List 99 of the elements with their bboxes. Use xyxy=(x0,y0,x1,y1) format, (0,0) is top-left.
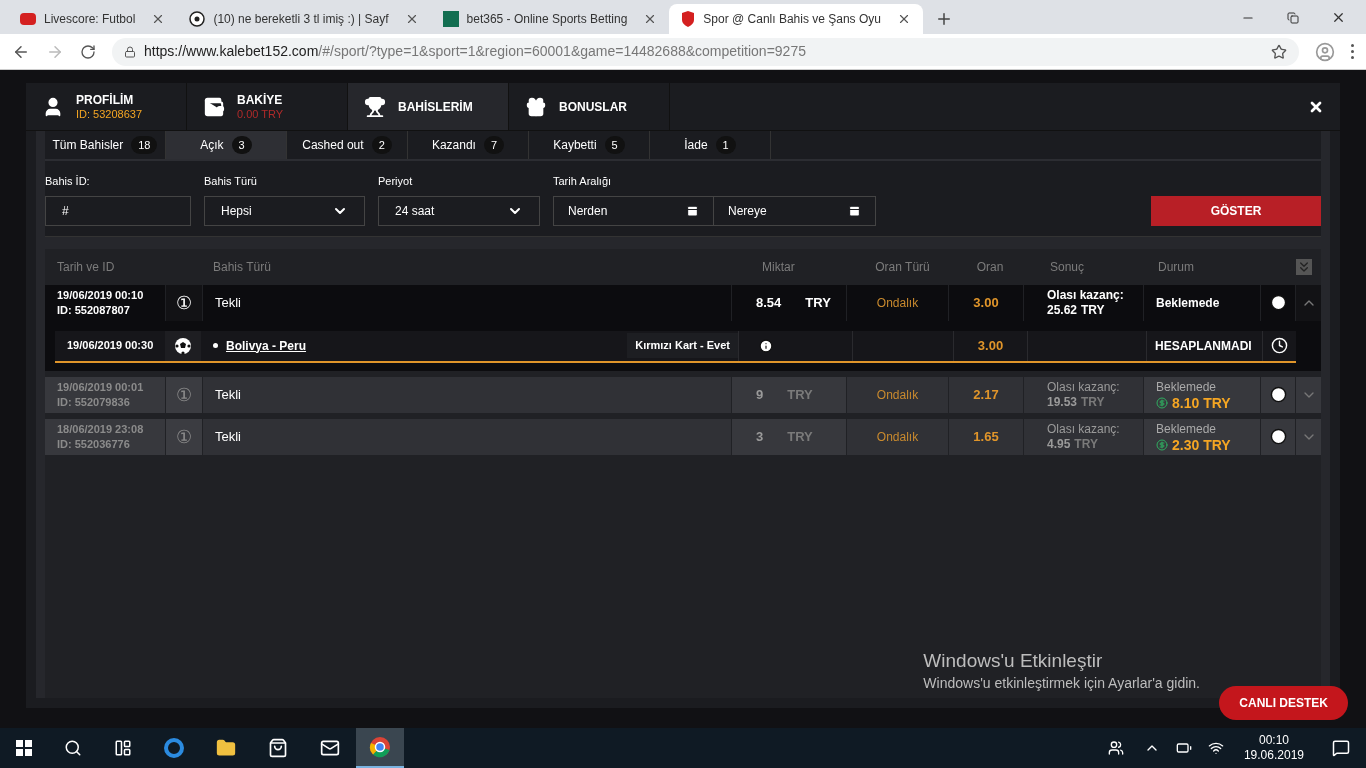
cashout-icon xyxy=(1156,396,1168,409)
browser-tab[interactable]: (10) ne bereketli 3 tl imiş :) | Sayf xyxy=(177,4,431,34)
date-id-cell: 18/06/2019 23:08 ID: 552036776 xyxy=(45,418,165,455)
cashout-amount: 8.10 TRY xyxy=(1172,394,1231,411)
calendar-icon[interactable] xyxy=(686,204,699,217)
status-text: Beklemede xyxy=(1156,420,1218,437)
possible-win-currency: TRY xyxy=(1081,394,1105,410)
currency-text: TRY xyxy=(787,385,813,404)
bet-type-text: Tekli xyxy=(215,293,241,312)
field-label: Tarih Aralığı xyxy=(553,174,613,189)
column-header: Bahis Türü xyxy=(212,258,271,276)
amount-text: 3 xyxy=(756,427,764,446)
restore-icon[interactable] xyxy=(1287,11,1299,24)
taskbar-clock[interactable]: 00:10 19.06.2019 xyxy=(1243,733,1304,763)
lock-icon xyxy=(124,45,136,58)
calendar-icon[interactable] xyxy=(848,204,861,217)
date-to-field[interactable]: Nereye xyxy=(714,195,876,226)
store-bag-icon[interactable] xyxy=(268,738,288,758)
field-label: Bahis İD: xyxy=(45,174,91,189)
column-header: Miktar xyxy=(761,258,795,276)
browser-tab[interactable]: Livescore: Futbol xyxy=(8,4,178,34)
people-icon[interactable] xyxy=(1107,740,1124,756)
odds-text: 3.00 xyxy=(973,293,999,312)
odds-type-text: Ondalık xyxy=(876,294,919,312)
bonus-icon xyxy=(525,95,547,118)
single-bet-mark: ① xyxy=(176,293,192,312)
reload-icon[interactable] xyxy=(80,43,96,60)
mail-icon[interactable] xyxy=(320,738,340,758)
info-icon[interactable] xyxy=(759,338,773,353)
possible-win-amount: 4.95 xyxy=(1047,436,1071,452)
field-label: Bahis Türü xyxy=(204,174,258,189)
status-text: Beklemede xyxy=(1156,294,1221,311)
odds-type-text: Ondalık xyxy=(876,428,919,446)
shield-icon xyxy=(681,11,696,27)
notifications-icon[interactable] xyxy=(1332,739,1350,757)
possible-win-label: Olası kazanç: xyxy=(1047,379,1121,395)
bullet-icon xyxy=(213,343,218,348)
close-icon[interactable] xyxy=(1331,10,1346,25)
possible-win-currency: TRY xyxy=(1074,436,1098,452)
period-dropdown[interactable]: 24 saat xyxy=(378,195,540,226)
address-bar[interactable]: https://www.kalebet152.com/#/sport/?type=1&sport=1&region=60001&game=14482688&competition=9275 xyxy=(112,37,1299,66)
field-label: Periyot xyxy=(378,174,414,189)
amount-text: 9 xyxy=(756,385,764,404)
column-header: Sonuç xyxy=(1049,258,1085,276)
bet-type-text: Tekli xyxy=(215,427,241,446)
profile-icon[interactable] xyxy=(1315,41,1335,62)
taskbar-active-app[interactable] xyxy=(356,728,404,768)
wifi-icon[interactable] xyxy=(1207,740,1224,756)
column-header: Tarih ve ID xyxy=(56,258,116,276)
market-label: Kırmızı Kart - Evet xyxy=(627,333,738,358)
activation-text: Windows'u etkinleştirmek için Ayarlar'a gidin. xyxy=(923,674,1200,693)
live-support-button[interactable]: CANLI DESTEK xyxy=(1219,686,1348,720)
cashout-icon xyxy=(1156,438,1168,451)
bookmark-star-icon[interactable] xyxy=(1271,43,1287,60)
possible-win-currency: TRY xyxy=(1081,302,1105,318)
activation-title: Windows'u Etkinleştir xyxy=(923,650,1104,672)
balance-icon xyxy=(203,95,225,118)
filter-tab[interactable]: Açık 3 xyxy=(166,131,287,159)
cashout-amount: 2.30 TRY xyxy=(1172,436,1231,453)
currency-text: TRY xyxy=(805,293,831,312)
single-bet-mark: ① xyxy=(176,427,192,446)
account-tab[interactable]: BAHİSLERİM xyxy=(348,83,509,130)
odds-text: 1.65 xyxy=(973,427,999,446)
battery-icon[interactable] xyxy=(1175,740,1192,756)
browser-tab[interactable]: bet365 - Online Sports Betting xyxy=(430,4,670,34)
column-header: Oran Türü xyxy=(875,258,930,276)
bets-icon xyxy=(364,95,386,118)
date-id-cell: 19/06/2019 00:01 ID: 552079836 xyxy=(45,376,165,413)
odds-text: 2.17 xyxy=(973,385,999,404)
event-odds-text: 3.00 xyxy=(977,336,1004,355)
folder-icon[interactable] xyxy=(216,738,236,758)
possible-win-amount: 19.53 xyxy=(1047,394,1078,410)
single-bet-mark: ① xyxy=(176,385,192,404)
site-logo-icon xyxy=(20,13,36,25)
site-logo-icon xyxy=(442,11,459,27)
bet-type-dropdown[interactable]: Hepsi xyxy=(204,195,365,226)
windows-logo-icon[interactable] xyxy=(16,740,32,756)
date-from-field[interactable]: Nerden xyxy=(553,195,714,226)
event-date-text: 19/06/2019 00:30 xyxy=(67,338,154,354)
possible-win-amount: 25.62 xyxy=(1047,302,1078,318)
browser-tab[interactable]: Spor @ Canlı Bahis ve Şans Oyu xyxy=(669,4,923,34)
column-header: Oran xyxy=(976,258,1004,276)
currency-text: TRY xyxy=(787,427,813,446)
possible-win-label: Olası kazanç: xyxy=(1047,421,1121,437)
amount-text: 8.54 xyxy=(756,293,782,312)
event-status-text: HESAPLANMADI xyxy=(1155,337,1252,355)
match-link[interactable]: Bolivya - Peru xyxy=(226,336,307,355)
show-button[interactable]: GÖSTER xyxy=(1151,195,1321,226)
task-view-icon[interactable] xyxy=(114,739,132,757)
column-header: Durum xyxy=(1157,258,1194,276)
bet-id-field[interactable]: # xyxy=(45,195,191,226)
browser-circle-icon xyxy=(369,736,391,758)
date-id-cell: 19/06/2019 00:10 ID: 552087807 xyxy=(45,284,165,321)
search-icon[interactable] xyxy=(64,739,82,757)
possible-win-label: Olası kazanç: xyxy=(1047,287,1125,303)
odds-type-text: Ondalık xyxy=(876,386,919,404)
bet-type-text: Tekli xyxy=(215,385,241,404)
status-text: Beklemede xyxy=(1156,378,1218,395)
menu-dots-icon[interactable] xyxy=(1351,44,1354,59)
